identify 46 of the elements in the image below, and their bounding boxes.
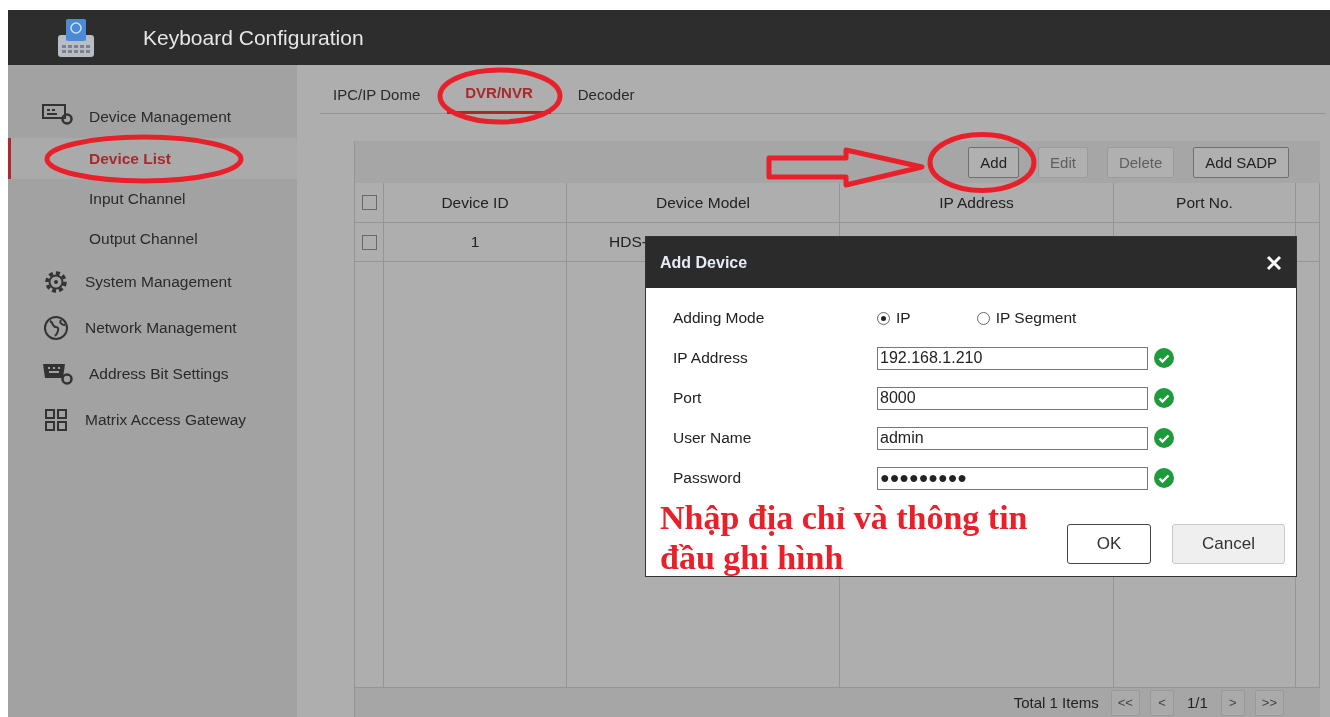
column-header: IP Address bbox=[939, 193, 1014, 212]
column-header: Port No. bbox=[1176, 193, 1233, 212]
input-field[interactable]: 8000 bbox=[877, 386, 1148, 410]
dialog-button[interactable]: Cancel bbox=[1172, 524, 1285, 564]
annotation-note: Nhập địa chỉ và thông tin đầu ghi hình bbox=[660, 498, 1029, 578]
page-indicator: 1/1 bbox=[1185, 694, 1209, 711]
tab[interactable]: Decoder bbox=[564, 86, 648, 114]
globe-icon bbox=[41, 313, 71, 343]
close-button[interactable] bbox=[1266, 254, 1282, 271]
sidebar-group[interactable]: Network Management bbox=[85, 319, 237, 337]
field-label: User Name bbox=[673, 429, 753, 447]
pager-button[interactable]: << bbox=[1110, 689, 1140, 716]
dialog-title: Add Device bbox=[660, 253, 748, 272]
toolbar-button[interactable]: Add bbox=[968, 146, 1020, 178]
app-title: Keyboard Configuration bbox=[143, 25, 364, 50]
total-count: Total 1 Items bbox=[1013, 694, 1099, 711]
column-header: Device ID bbox=[441, 193, 509, 212]
field-label: Port bbox=[673, 389, 703, 407]
table-cell: 1 bbox=[470, 233, 480, 251]
input-field[interactable]: admin bbox=[877, 426, 1148, 450]
sidebar-group[interactable]: Address Bit Settings bbox=[89, 365, 229, 383]
column-header: Device Model bbox=[656, 193, 750, 212]
keyboard-gear-icon bbox=[41, 102, 75, 126]
sidebar-item[interactable]: Input Channel bbox=[8, 179, 297, 219]
field-label: Password bbox=[673, 469, 743, 487]
dialog-button[interactable]: OK bbox=[1067, 524, 1151, 564]
sidebar-group[interactable]: Device Management bbox=[89, 108, 232, 126]
tab[interactable]: IPC/IP Dome bbox=[320, 86, 434, 114]
keyboard-gear-icon bbox=[41, 361, 75, 387]
sidebar-item[interactable]: Output Channel bbox=[8, 219, 297, 259]
radio-option[interactable]: IP Segment bbox=[976, 309, 1077, 327]
sidebar-group[interactable]: System Management bbox=[85, 273, 232, 291]
radio-option[interactable]: IP bbox=[877, 309, 911, 327]
input-field[interactable]: 192.168.1.210 bbox=[877, 346, 1148, 370]
pager-button[interactable]: > bbox=[1220, 689, 1245, 716]
sidebar-group[interactable]: Matrix Access Gateway bbox=[85, 411, 247, 429]
input-field[interactable]: ●●●●●●●●● bbox=[877, 466, 1148, 490]
pager-button[interactable]: >> bbox=[1254, 689, 1284, 716]
checkbox[interactable] bbox=[361, 195, 377, 210]
field-label: IP Address bbox=[673, 349, 749, 367]
checkbox[interactable] bbox=[361, 234, 377, 250]
pager-button[interactable]: < bbox=[1149, 689, 1174, 716]
table-cell: HDS- bbox=[609, 233, 647, 251]
toolbar-button[interactable]: Add SADP bbox=[1193, 146, 1289, 178]
tab[interactable]: DVR/NVR bbox=[447, 84, 551, 114]
field-label: Adding Mode bbox=[673, 309, 766, 327]
